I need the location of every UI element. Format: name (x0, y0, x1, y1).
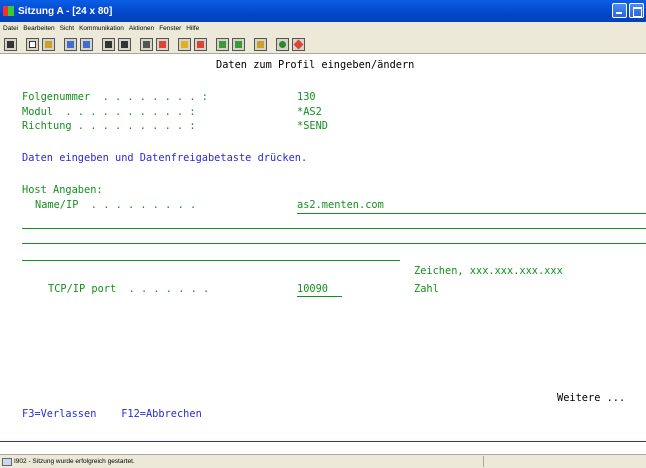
connection-icon (2, 457, 12, 466)
name-ip-field-underline-3 (22, 243, 646, 244)
receive-icon[interactable] (80, 37, 93, 51)
richtung-value: *SEND (297, 120, 328, 132)
divider-line (0, 441, 646, 442)
port-input[interactable]: 10090 (297, 282, 328, 297)
copy-icon[interactable] (26, 37, 39, 51)
name-ip-field-underline-4 (22, 260, 400, 261)
menu-hilfe[interactable]: Hilfe (186, 25, 199, 32)
window-title: Sitzung A - [24 x 80] (18, 5, 113, 17)
play-icon[interactable] (178, 37, 191, 51)
menu-bar: Datei Bearbeiten Sicht Kommunikation Akt… (0, 22, 646, 35)
terminal-screen[interactable]: Daten zum Profil eingeben/ändern Folgenu… (0, 55, 646, 441)
function-keys[interactable]: F3=Verlassen F12=Abbrechen (22, 407, 202, 422)
instruction-text: Daten eingeben und Datenfreigabetaste dr… (22, 152, 308, 164)
modul-value: *AS2 (297, 106, 322, 118)
send-icon[interactable] (64, 37, 77, 51)
display-icon[interactable] (102, 37, 115, 51)
name-ip-field-underline-1 (297, 213, 646, 214)
toolbar (0, 35, 646, 54)
name-ip-hint: Zeichen, xxx.xxx.xxx.xxx (414, 265, 563, 277)
folgenummer-label: Folgenummer . . . . . . . . : (22, 91, 208, 103)
clipboard-icon[interactable] (254, 37, 267, 51)
download-icon[interactable] (232, 37, 245, 51)
upload-icon[interactable] (216, 37, 229, 51)
maximize-button[interactable] (629, 3, 644, 18)
menu-bearbeiten[interactable]: Bearbeiten (23, 25, 54, 32)
window-titlebar: Sitzung A - [24 x 80] (0, 0, 646, 22)
transfer-icon[interactable] (194, 37, 207, 51)
folgenummer-value: 130 (297, 91, 316, 103)
port-hint: Zahl (414, 283, 439, 295)
port-label: TCP/IP port . . . . . . . (48, 283, 210, 295)
name-ip-field-underline-2 (22, 228, 646, 229)
modul-label: Modul . . . . . . . . . . : (22, 106, 196, 118)
port-field-underline (297, 296, 342, 297)
screen-heading: Daten zum Profil eingeben/ändern (216, 59, 415, 71)
paste-icon[interactable] (42, 37, 55, 51)
menu-aktionen[interactable]: Aktionen (129, 25, 154, 32)
status-bar: I902 - Sitzung wurde erfolgreich gestart… (0, 454, 646, 468)
menu-kommunikation[interactable]: Kommunikation (79, 25, 124, 32)
name-ip-input[interactable]: as2.menten.com (297, 198, 384, 213)
keypad-icon[interactable] (118, 37, 131, 51)
richtung-label: Richtung . . . . . . . . . : (22, 120, 196, 132)
color-icon[interactable] (276, 37, 289, 51)
name-ip-label: Name/IP . . . . . . . . . (35, 199, 197, 211)
session-icon (3, 5, 15, 17)
menu-sicht[interactable]: Sicht (60, 25, 74, 32)
more-indicator: Weitere ... (557, 392, 626, 404)
minimize-button[interactable] (612, 3, 627, 18)
host-heading: Host Angaben: (22, 184, 103, 196)
record-icon[interactable] (156, 37, 169, 51)
status-message: I902 - Sitzung wurde erfolgreich gestart… (14, 458, 135, 465)
print-screen-icon[interactable] (4, 37, 17, 51)
status-separator (483, 456, 484, 467)
menu-datei[interactable]: Datei (3, 25, 18, 32)
edit-icon[interactable] (292, 37, 305, 51)
menu-fenster[interactable]: Fenster (159, 25, 181, 32)
macro-icon[interactable] (140, 37, 153, 51)
